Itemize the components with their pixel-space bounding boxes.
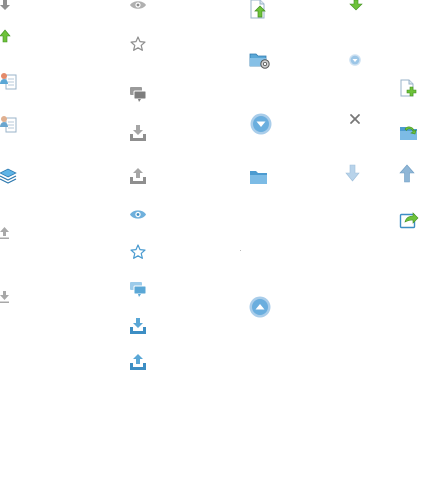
document-user-icon[interactable] (0, 72, 17, 90)
circle-arrow-up-icon[interactable] (249, 296, 271, 318)
small-circle-arrow-down-icon[interactable] (349, 54, 361, 66)
download-tray-blue-icon[interactable] (130, 318, 146, 334)
comment-blue-icon[interactable] (130, 281, 147, 297)
folder-settings-icon[interactable] (249, 52, 270, 69)
file-add-icon[interactable] (400, 79, 417, 97)
circle-arrow-down-icon[interactable] (250, 113, 272, 135)
folder-undo-icon[interactable] (400, 124, 418, 140)
close-x-icon[interactable] (350, 114, 360, 124)
eye-blue-icon[interactable] (130, 209, 146, 220)
arrow-up-small-gray-icon[interactable] (0, 227, 9, 239)
layers-icon[interactable] (0, 168, 17, 185)
download-tray-gray-icon[interactable] (130, 125, 146, 141)
upload-tray-blue-icon[interactable] (130, 354, 146, 370)
comment-gray-icon[interactable] (130, 86, 147, 102)
folder-icon[interactable] (250, 170, 267, 184)
arrow-down-small-gray-icon[interactable] (0, 291, 9, 303)
file-upload-icon[interactable] (250, 0, 268, 19)
arrow-down-light-blue-icon[interactable] (345, 164, 360, 182)
star-outline-blue-icon[interactable] (130, 244, 146, 259)
share-icon[interactable] (399, 210, 419, 229)
dot-icon (240, 250, 242, 252)
document-user-icon[interactable] (0, 115, 17, 133)
arrow-down-green-icon[interactable] (349, 0, 363, 11)
arrow-down-gray-icon[interactable] (0, 0, 10, 10)
arrow-up-green-icon[interactable] (0, 29, 11, 43)
eye-gray-icon[interactable] (130, 0, 146, 10)
star-outline-gray-icon[interactable] (130, 36, 146, 51)
arrow-up-blue-icon[interactable] (399, 164, 415, 183)
upload-tray-gray-icon[interactable] (130, 168, 146, 184)
